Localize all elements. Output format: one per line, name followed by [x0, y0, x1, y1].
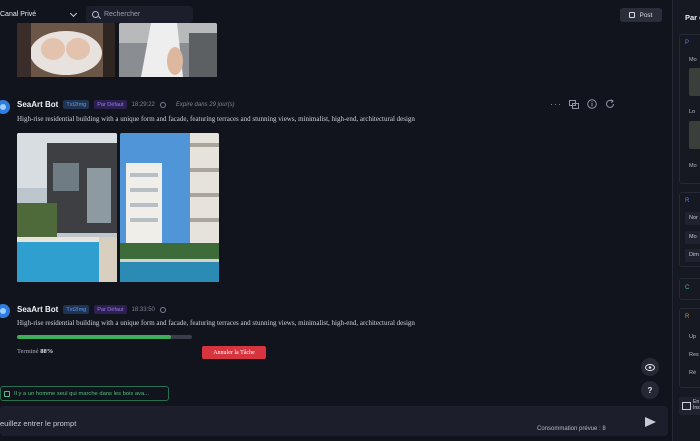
previous-message-images — [17, 23, 217, 79]
bot-name: SeaArt Bot — [17, 305, 59, 314]
consumption-estimate: Consommation prévue : 8 — [537, 426, 606, 432]
panel-item[interactable]: Up — [689, 334, 696, 340]
bot-avatar — [0, 304, 10, 318]
model-badge: Txt2Img — [63, 100, 90, 109]
panel-section-label: R — [685, 314, 690, 320]
panel-chip[interactable]: Nor — [685, 212, 700, 225]
generated-image[interactable] — [17, 133, 117, 284]
panel-section-label[interactable]: C — [685, 285, 689, 291]
progress-bar — [17, 335, 192, 339]
model-badge: Txt2Img — [63, 305, 90, 314]
panel-section-label: R — [685, 198, 690, 204]
message-header: SeaArt Bot Txt2Img Par Défaut 18:29:22 E… — [17, 100, 235, 109]
model-thumbnail[interactable] — [689, 68, 700, 96]
panel-section-box — [679, 278, 700, 300]
panel-item[interactable]: Mo — [689, 57, 697, 63]
status-label: Terminé — [17, 348, 39, 355]
suggestion-icon — [4, 390, 10, 397]
panel-item[interactable]: Lo — [689, 109, 695, 115]
generated-image[interactable] — [119, 23, 217, 79]
footer-label-b: Ins — [693, 405, 700, 411]
generated-image[interactable] — [120, 133, 219, 284]
channel-label: Canal Privé — [0, 11, 37, 18]
eye-icon — [645, 363, 655, 371]
message-time: 18:29:22 — [131, 101, 155, 108]
bot-name: SeaArt Bot — [17, 100, 59, 109]
prompt-suggestion[interactable]: Il y a un homme seul qui marche dans les… — [0, 386, 169, 401]
panel-footer-button[interactable]: En Ins — [679, 397, 700, 415]
suggestion-text: Il y a un homme seul qui marche dans les… — [14, 390, 150, 397]
chevron-down-icon — [69, 9, 78, 17]
panel-item[interactable]: Res — [689, 352, 699, 358]
panel-section-label: P — [685, 40, 690, 46]
progress-percent: 88% — [40, 348, 54, 355]
help-button[interactable]: ? — [641, 381, 659, 399]
bot-avatar — [0, 100, 10, 114]
visibility-toggle-button[interactable] — [641, 358, 659, 376]
prompt-input[interactable]: euillez entrer le prompt — [0, 419, 76, 428]
message-actions: ··· — [550, 99, 615, 109]
search-icon — [92, 11, 99, 18]
prompt-text: High-rise residential building with a un… — [17, 319, 415, 327]
clock-icon — [159, 306, 166, 313]
search-placeholder: Rechercher — [104, 11, 141, 18]
panel-chip[interactable]: Mo — [685, 231, 700, 244]
panel-item[interactable]: Mo — [689, 163, 697, 169]
mode-badge: Par Défaut — [94, 100, 127, 109]
post-icon — [629, 12, 636, 18]
panel-chip[interactable]: Dim — [685, 249, 700, 262]
lora-thumbnail[interactable] — [689, 121, 700, 149]
regenerate-icon[interactable] — [605, 99, 615, 109]
prompt-text: High-rise residential building with a un… — [17, 115, 415, 123]
channel-selector[interactable]: Canal Privé — [0, 6, 80, 23]
cancel-task-button[interactable]: Annuler la Tâche — [202, 346, 266, 359]
mode-badge: Par Défaut — [94, 305, 127, 314]
message-header: SeaArt Bot Txt2Img Par Défaut 18:33:50 — [17, 305, 166, 314]
info-icon[interactable] — [587, 99, 597, 109]
panel-title: Par d — [685, 13, 700, 22]
generated-image[interactable] — [17, 23, 115, 79]
send-icon[interactable] — [645, 417, 656, 427]
panel-item[interactable]: Ré — [689, 370, 696, 376]
expiry-note: Expire dans 29 jour(s) — [175, 101, 235, 108]
panel-section-box — [679, 308, 700, 388]
more-options-icon[interactable]: ··· — [550, 99, 561, 109]
progress-fill — [17, 335, 171, 339]
post-button[interactable]: Post — [620, 8, 662, 22]
progress-status: Terminé 88% — [17, 348, 53, 355]
search-box[interactable]: Rechercher — [86, 6, 193, 23]
image-to-image-icon[interactable] — [569, 99, 579, 109]
clock-icon — [159, 101, 166, 108]
right-settings-panel: Par d P Mo Lo Mo R Nor Mo Dim C R Up Res… — [673, 0, 700, 441]
post-label: Post — [639, 11, 653, 19]
prompt-input-bar[interactable]: euillez entrer le prompt Consommation pr… — [0, 406, 668, 436]
message-time: 18:33:50 — [131, 306, 155, 313]
